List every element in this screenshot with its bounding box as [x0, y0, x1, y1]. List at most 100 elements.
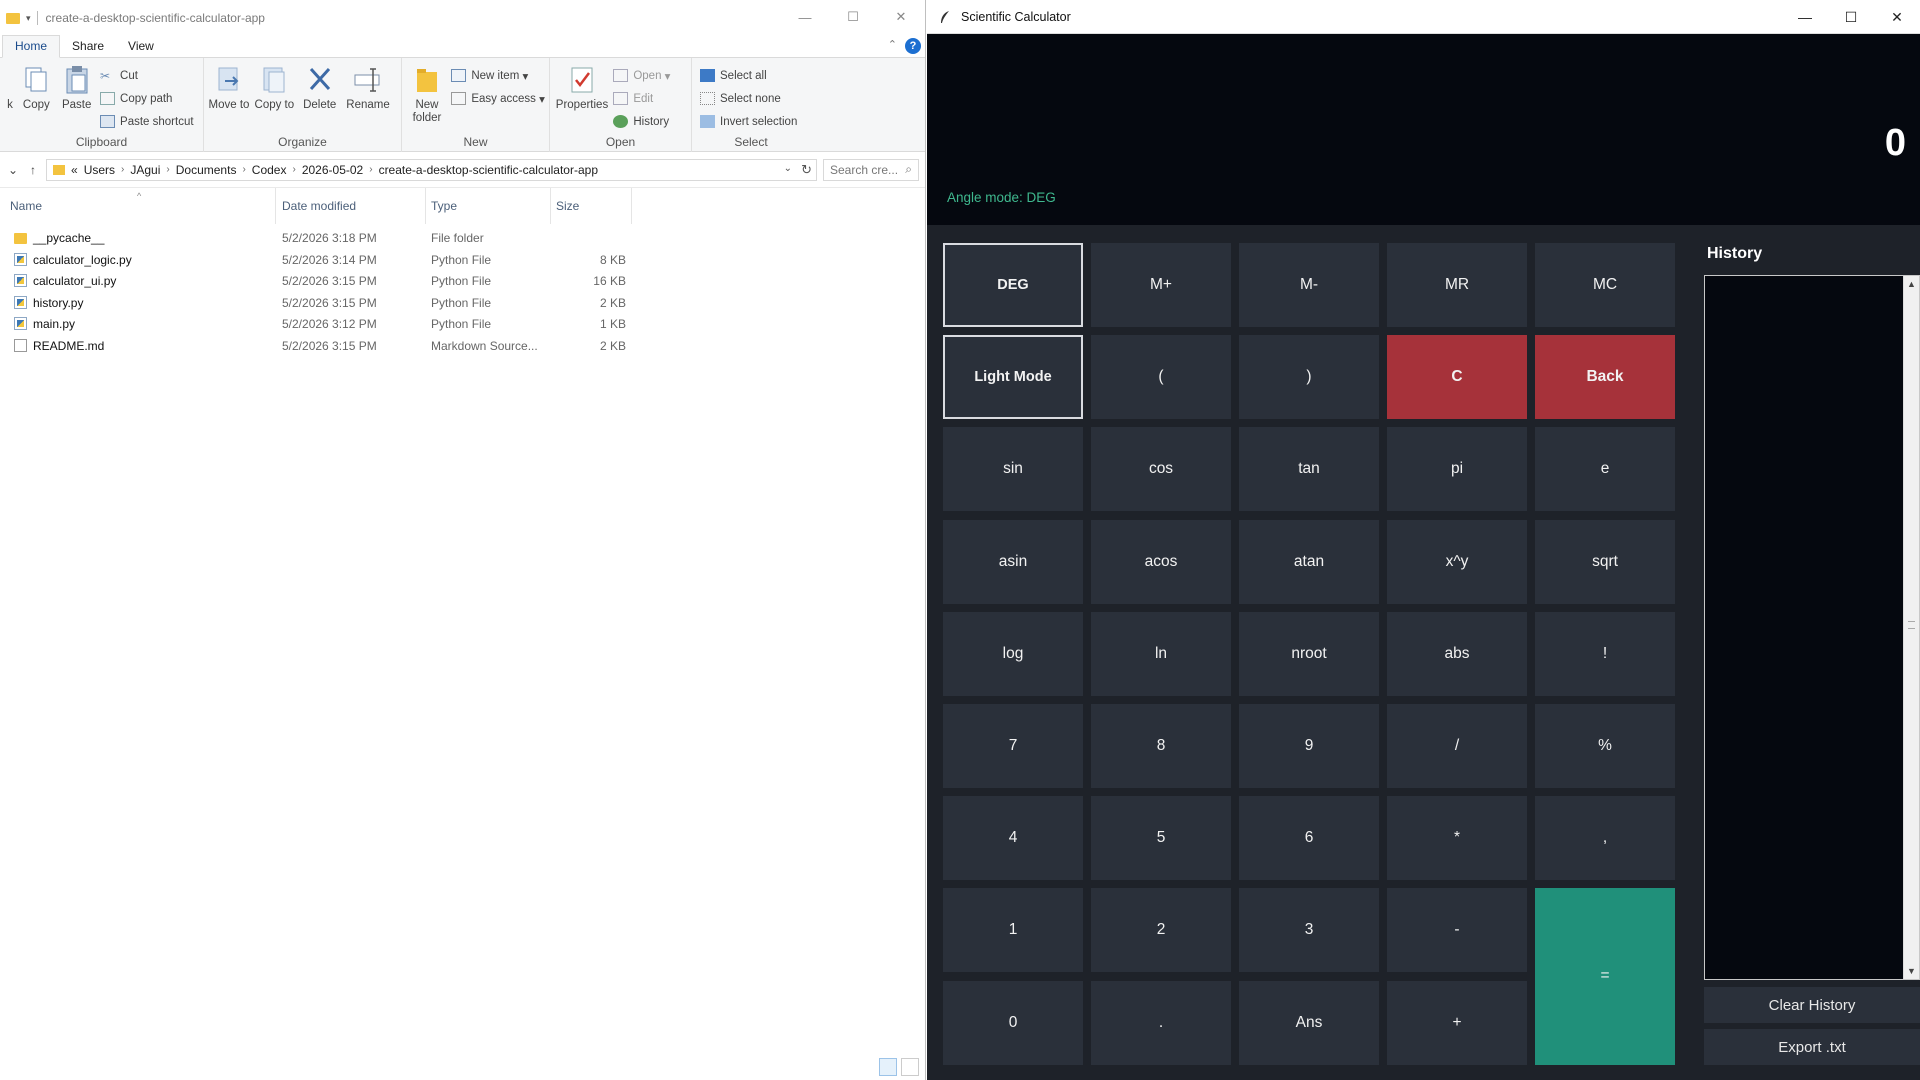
key-mc[interactable]: MC: [1535, 243, 1675, 327]
key-2[interactable]: 2: [1091, 888, 1231, 973]
edit-button[interactable]: Edit: [613, 87, 670, 110]
chevron-right-icon[interactable]: ›: [166, 164, 169, 175]
file-row[interactable]: calculator_logic.py 5/2/2026 3:14 PM Pytho…: [0, 249, 925, 271]
key-1[interactable]: 1: [943, 888, 1083, 973]
key-mr[interactable]: MR: [1387, 243, 1527, 327]
rename-button[interactable]: Rename: [344, 62, 392, 112]
key-back[interactable]: Back: [1535, 335, 1675, 420]
scroll-up-icon[interactable]: ▲: [1904, 276, 1919, 292]
invert-selection-button[interactable]: Invert selection: [700, 110, 797, 133]
tab-share[interactable]: Share: [60, 36, 116, 57]
key-cos[interactable]: cos: [1091, 427, 1231, 512]
open-button[interactable]: Open ▾: [613, 64, 670, 87]
key-atan[interactable]: atan: [1239, 519, 1379, 604]
column-type[interactable]: Type: [421, 188, 551, 224]
collapse-ribbon-icon[interactable]: ⌃: [888, 38, 897, 51]
new-folder-button[interactable]: New folder: [406, 62, 448, 125]
key-deg[interactable]: DEG: [943, 243, 1083, 327]
file-row[interactable]: README.md 5/2/2026 3:15 PM Markdown Source…: [0, 335, 925, 357]
key-minus[interactable]: -: [1387, 888, 1527, 973]
pin-to-quick-access-button[interactable]: k: [4, 62, 16, 112]
paste-button[interactable]: Paste: [57, 62, 97, 112]
key-3[interactable]: 3: [1239, 888, 1379, 973]
address-overflow[interactable]: «: [71, 163, 78, 177]
select-all-button[interactable]: Select all: [700, 64, 797, 87]
details-view-icon[interactable]: [879, 1058, 897, 1076]
copy-to-button[interactable]: Copy to: [253, 62, 295, 112]
key-abs[interactable]: abs: [1387, 611, 1527, 696]
key-4[interactable]: 4: [943, 796, 1083, 881]
breadcrumb-codex[interactable]: Codex: [252, 163, 287, 177]
chevron-right-icon[interactable]: ›: [242, 164, 245, 175]
breadcrumb-users[interactable]: Users: [84, 163, 115, 177]
tab-home[interactable]: Home: [2, 35, 61, 58]
key-ln[interactable]: ln: [1091, 611, 1231, 696]
paste-shortcut-button[interactable]: Paste shortcut: [100, 110, 194, 133]
delete-button[interactable]: Delete: [299, 62, 341, 112]
key-sqrt[interactable]: sqrt: [1535, 519, 1675, 604]
close-icon[interactable]: ✕: [1874, 0, 1920, 34]
key-7[interactable]: 7: [943, 704, 1083, 788]
copy-path-button[interactable]: Copy path: [100, 87, 194, 110]
column-name[interactable]: Name: [0, 188, 276, 224]
key-open-paren[interactable]: (: [1091, 335, 1231, 420]
key-5[interactable]: 5: [1091, 796, 1231, 881]
tab-view[interactable]: View: [116, 36, 166, 57]
close-icon[interactable]: ✕: [877, 0, 925, 34]
address-bar[interactable]: « Users › JAgui › Documents › Codex › 2026-0…: [46, 158, 817, 181]
breadcrumb-date[interactable]: 2026-05-02: [302, 163, 363, 177]
key-close-paren[interactable]: ): [1239, 335, 1379, 420]
history-scrollbar[interactable]: ▲ ▼: [1903, 276, 1919, 979]
copy-button[interactable]: Copy: [19, 62, 53, 112]
up-arrow-icon[interactable]: ↑: [26, 163, 40, 177]
key-nroot[interactable]: nroot: [1239, 611, 1379, 696]
minimize-icon[interactable]: —: [1782, 0, 1828, 34]
address-dropdown-icon[interactable]: ⌄: [784, 163, 792, 174]
large-icons-view-icon[interactable]: [901, 1058, 919, 1076]
help-icon[interactable]: ?: [905, 38, 921, 54]
minimize-icon[interactable]: —: [781, 0, 829, 34]
key-sin[interactable]: sin: [943, 427, 1083, 512]
key-9[interactable]: 9: [1239, 704, 1379, 788]
scroll-down-icon[interactable]: ▼: [1904, 963, 1919, 979]
key-factorial[interactable]: !: [1535, 611, 1675, 696]
chevron-right-icon[interactable]: ›: [369, 164, 372, 175]
key-light-mode[interactable]: Light Mode: [943, 335, 1083, 420]
history-button[interactable]: History: [613, 110, 670, 133]
key-m-plus[interactable]: M+: [1091, 243, 1231, 327]
key-divide[interactable]: /: [1387, 704, 1527, 788]
file-row[interactable]: __pycache__ 5/2/2026 3:18 PM File folder: [0, 227, 925, 249]
column-size[interactable]: Size: [546, 188, 632, 224]
maximize-icon[interactable]: ☐: [829, 0, 877, 34]
key-e[interactable]: e: [1535, 427, 1675, 512]
chevron-right-icon[interactable]: ›: [292, 164, 295, 175]
key-0[interactable]: 0: [943, 980, 1083, 1065]
key-percent[interactable]: %: [1535, 704, 1675, 788]
column-date-modified[interactable]: Date modified: [272, 188, 426, 224]
key-6[interactable]: 6: [1239, 796, 1379, 881]
search-input[interactable]: Search cre... ⌕: [823, 158, 919, 181]
file-row[interactable]: history.py 5/2/2026 3:15 PM Python File 2 K…: [0, 292, 925, 314]
select-none-button[interactable]: Select none: [700, 87, 797, 110]
maximize-icon[interactable]: ☐: [1828, 0, 1874, 34]
file-row[interactable]: calculator_ui.py 5/2/2026 3:15 PM Python F…: [0, 270, 925, 292]
key-8[interactable]: 8: [1091, 704, 1231, 788]
key-c[interactable]: C: [1387, 335, 1527, 420]
key-tan[interactable]: tan: [1239, 427, 1379, 512]
key-multiply[interactable]: *: [1387, 796, 1527, 881]
key-decimal[interactable]: .: [1091, 980, 1231, 1065]
breadcrumb-jagui[interactable]: JAgui: [130, 163, 160, 177]
key-plus[interactable]: +: [1387, 980, 1527, 1065]
breadcrumb-documents[interactable]: Documents: [176, 163, 237, 177]
key-acos[interactable]: acos: [1091, 519, 1231, 604]
breadcrumb-project[interactable]: create-a-desktop-scientific-calculator-a…: [379, 163, 598, 177]
easy-access-button[interactable]: Easy access ▾: [451, 87, 545, 110]
cut-button[interactable]: ✂ Cut: [100, 64, 194, 87]
properties-button[interactable]: Properties: [554, 62, 610, 112]
key-pi[interactable]: pi: [1387, 427, 1527, 512]
new-item-button[interactable]: New item ▾: [451, 64, 545, 87]
file-row[interactable]: main.py 5/2/2026 3:12 PM Python File 1 KB: [0, 313, 925, 335]
clear-history-button[interactable]: Clear History: [1704, 987, 1920, 1023]
recent-locations-icon[interactable]: ⌄: [6, 163, 20, 177]
quick-access-dropdown-icon[interactable]: ▾: [26, 13, 31, 24]
